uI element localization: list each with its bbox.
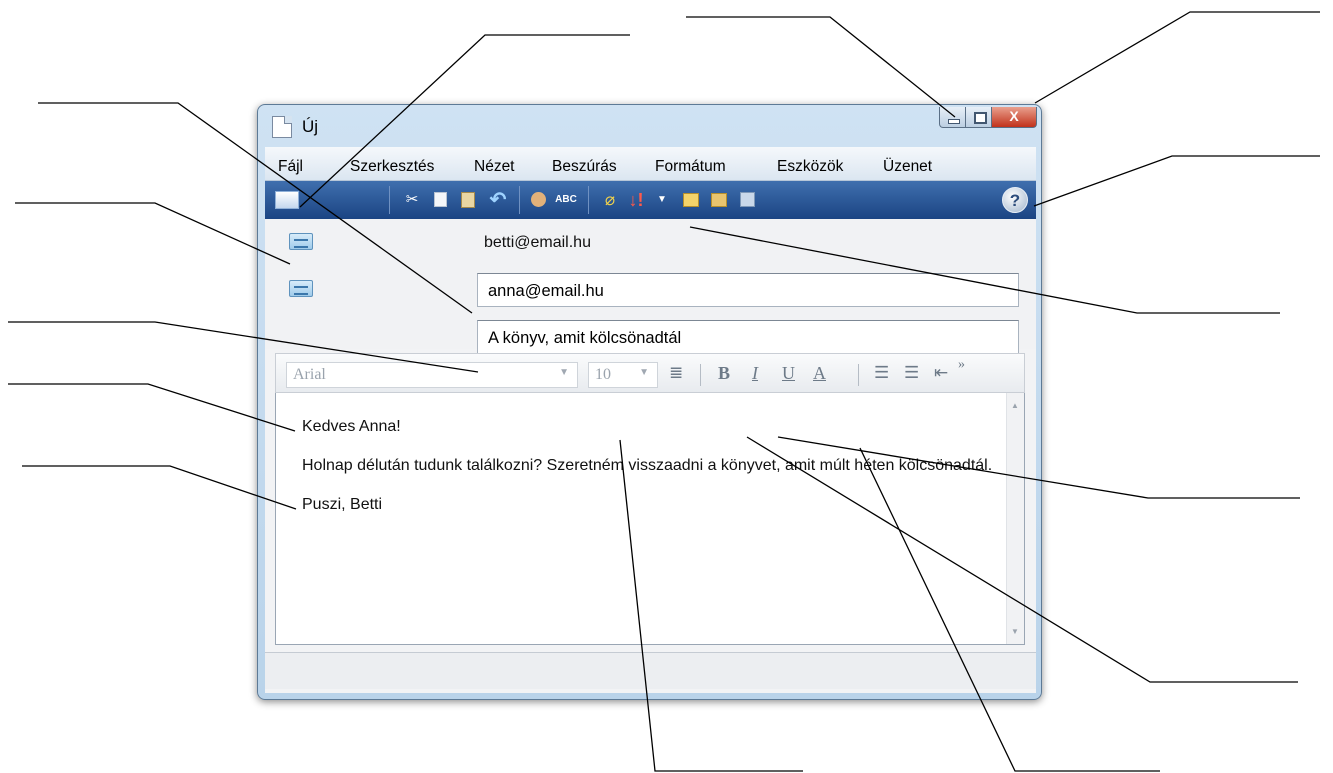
message-body[interactable]: Kedves Anna! Holnap délután tudunk talál… — [275, 393, 1025, 645]
toolbar-separator — [588, 186, 589, 214]
more-options-icon[interactable]: » — [958, 357, 965, 373]
font-value: Arial — [293, 366, 326, 383]
italic-button[interactable]: I — [752, 363, 758, 384]
body-signature: Puszi, Betti — [302, 496, 383, 513]
vertical-scrollbar[interactable]: ▲ ▼ — [1006, 393, 1024, 644]
maximize-button[interactable] — [966, 107, 992, 128]
minimize-button[interactable] — [939, 107, 966, 128]
check-names-icon[interactable] — [527, 189, 549, 211]
sign-icon[interactable] — [680, 189, 702, 211]
subject-field[interactable]: A könyv, amit kölcsönadtál — [477, 320, 1019, 354]
from-field: betti@email.hu — [484, 234, 591, 251]
document-icon — [272, 116, 292, 138]
cut-icon[interactable]: ✂ — [401, 189, 423, 211]
bold-button[interactable]: B — [718, 363, 730, 384]
copy-icon[interactable] — [429, 189, 451, 211]
paste-icon[interactable] — [457, 189, 479, 211]
caption-buttons: X — [939, 107, 1037, 129]
body-greeting: Kedves Anna! — [302, 418, 401, 435]
encrypt-icon[interactable] — [708, 189, 730, 211]
to-field[interactable]: anna@email.hu — [477, 273, 1019, 307]
body-paragraph: Holnap délután tudunk találkozni? Szeret… — [302, 457, 993, 474]
callout-line-body — [22, 465, 297, 510]
underline-button[interactable]: U — [782, 363, 795, 384]
from-address-book-icon[interactable] — [289, 233, 313, 250]
message-body-text: Kedves Anna! Holnap délután tudunk talál… — [302, 417, 1002, 515]
window-title: Új — [302, 117, 319, 136]
chevron-down-icon: ▼ — [639, 367, 649, 378]
bullet-list-icon[interactable]: ☰ — [904, 363, 919, 383]
formatting-toolbar: Arial ▼ 10 ▼ ≣ B I U A ☰ ☰ ⇤ » — [275, 353, 1025, 393]
font-size-value: 10 — [595, 366, 611, 383]
new-message-window: Új X Fájl Szerkesztés Nézet Beszúrás For… — [257, 104, 1042, 700]
send-icon[interactable] — [275, 191, 299, 209]
title-bar[interactable]: Új X — [258, 105, 1041, 147]
callout-line-maximize — [686, 16, 956, 118]
spelling-icon[interactable]: ABC — [555, 189, 577, 211]
main-toolbar: ✂ ↶ ABC ⌀ ↓! ▼ ? — [265, 181, 1036, 219]
window-client: Fájl Szerkesztés Nézet Beszúrás Formátum… — [265, 147, 1036, 693]
font-size-select[interactable]: 10 ▼ — [588, 362, 658, 388]
menu-message[interactable]: Üzenet — [883, 158, 932, 176]
format-separator — [858, 364, 859, 386]
menu-edit[interactable]: Szerkesztés — [350, 158, 434, 176]
callout-line-font — [8, 383, 296, 432]
menu-insert[interactable]: Beszúrás — [552, 158, 617, 176]
menu-tools[interactable]: Eszközök — [777, 158, 843, 176]
to-address-book-icon[interactable] — [289, 280, 313, 297]
numbered-list-icon[interactable]: ☰ — [874, 363, 889, 383]
priority-icon[interactable]: ↓! — [625, 189, 647, 211]
scroll-up-icon[interactable]: ▲ — [1011, 401, 1019, 410]
toolbar-separator — [389, 186, 390, 214]
status-bar — [265, 652, 1036, 689]
menu-format[interactable]: Formátum — [655, 158, 726, 176]
chevron-down-icon: ▼ — [559, 367, 569, 378]
decrease-indent-icon[interactable]: ⇤ — [934, 363, 948, 383]
close-button[interactable]: X — [992, 107, 1037, 128]
priority-dropdown-icon[interactable]: ▼ — [651, 189, 673, 211]
callout-line-close — [1034, 11, 1320, 104]
menu-bar: Fájl Szerkesztés Nézet Beszúrás Formátum… — [265, 147, 1036, 181]
undo-icon[interactable]: ↶ — [487, 189, 509, 211]
help-icon[interactable]: ? — [1002, 187, 1028, 213]
font-color-button[interactable]: A — [813, 363, 826, 384]
menu-view[interactable]: Nézet — [474, 158, 515, 176]
message-header: betti@email.hu anna@email.hu A könyv, am… — [265, 219, 1036, 354]
format-separator — [700, 364, 701, 386]
callout-line-address-icon — [15, 202, 291, 265]
callout-line-help — [1033, 155, 1320, 207]
menu-file[interactable]: Fájl — [278, 158, 303, 176]
attach-icon[interactable]: ⌀ — [599, 189, 621, 211]
toolbar-separator — [519, 186, 520, 214]
paragraph-style-icon[interactable]: ≣ — [669, 363, 683, 383]
font-select[interactable]: Arial ▼ — [286, 362, 578, 388]
scroll-down-icon[interactable]: ▼ — [1011, 627, 1019, 636]
offline-icon[interactable] — [736, 189, 758, 211]
